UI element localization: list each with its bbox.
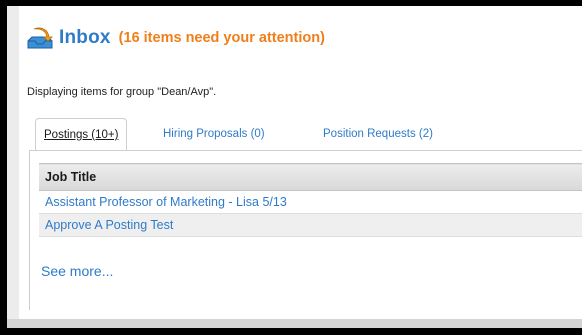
tab-postings-label: Postings (10+) bbox=[44, 129, 119, 141]
see-more-link[interactable]: See more... bbox=[41, 263, 113, 279]
inbox-header: Inbox (16 items need your attention) bbox=[25, 24, 325, 52]
table-header-row: Job Title bbox=[39, 163, 582, 191]
inbox-window: Inbox (16 items need your attention) Dis… bbox=[7, 6, 582, 328]
postings-tab-content: Job Title Assistant Professor of Marketi… bbox=[29, 150, 582, 310]
job-title-link[interactable]: Assistant Professor of Marketing - Lisa … bbox=[39, 190, 582, 214]
bottom-band bbox=[7, 319, 582, 328]
group-description: Displaying items for group "Dean/Avp". bbox=[27, 86, 217, 98]
tab-postings[interactable]: Postings (10+) bbox=[35, 118, 128, 151]
page-title: Inbox bbox=[59, 27, 111, 48]
column-header-job-title: Job Title bbox=[39, 163, 582, 191]
job-title-link[interactable]: Approve A Posting Test bbox=[39, 213, 582, 237]
inbox-tray-icon bbox=[27, 27, 53, 49]
postings-table: Job Title Assistant Professor of Marketi… bbox=[39, 163, 582, 237]
attention-count: (16 items need your attention) bbox=[118, 30, 325, 46]
table-row: Assistant Professor of Marketing - Lisa … bbox=[39, 190, 582, 214]
inbox-tabs: Postings (10+) Hiring Proposals (0) Posi… bbox=[27, 118, 582, 151]
tab-position-requests-label: Position Requests (2) bbox=[323, 128, 433, 140]
inbox-panel: Inbox (16 items need your attention) Dis… bbox=[19, 6, 582, 319]
tab-hiring-proposals-label: Hiring Proposals (0) bbox=[163, 128, 265, 140]
tab-hiring-proposals[interactable]: Hiring Proposals (0) bbox=[157, 118, 271, 150]
left-gutter bbox=[7, 6, 19, 328]
tab-position-requests[interactable]: Position Requests (2) bbox=[317, 118, 439, 150]
table-row: Approve A Posting Test bbox=[39, 213, 582, 237]
